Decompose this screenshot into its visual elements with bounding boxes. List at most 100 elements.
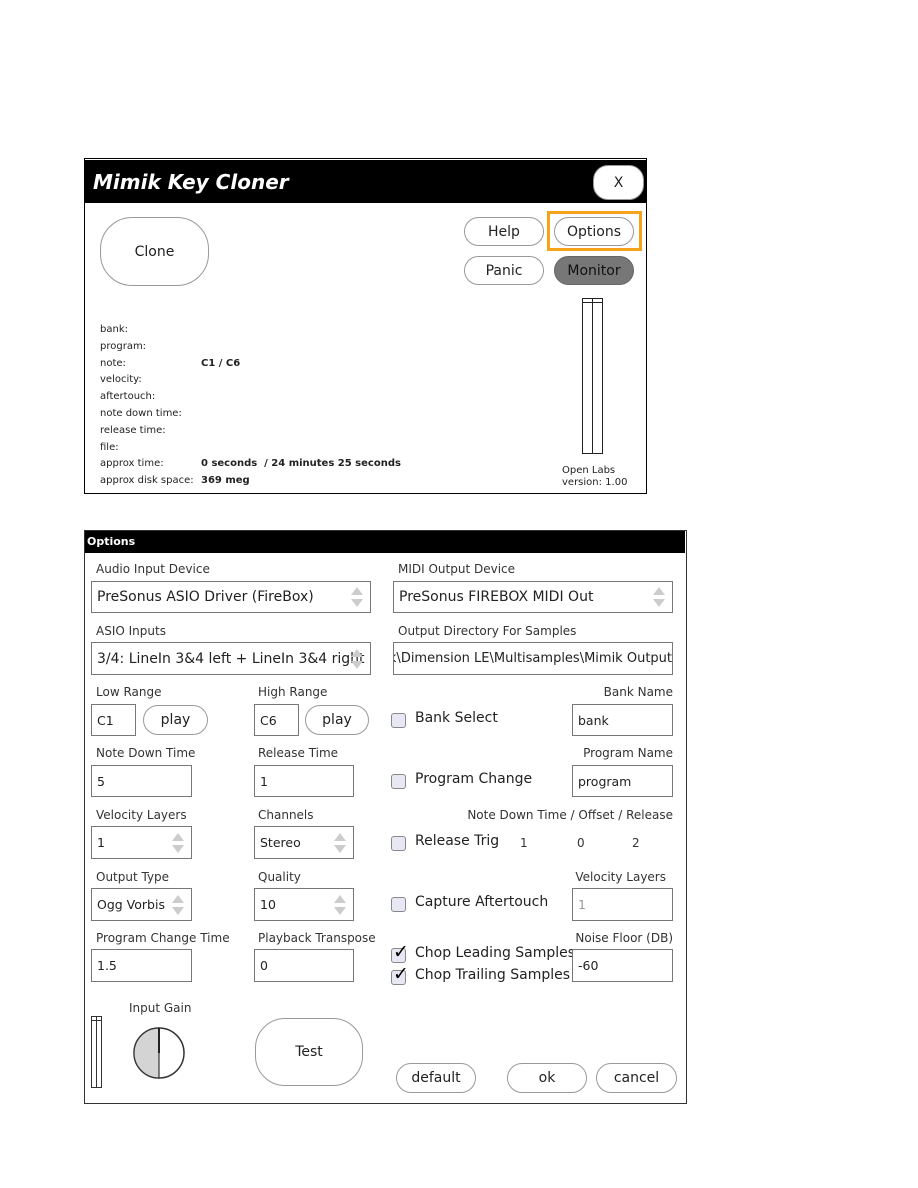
checkmark-icon: ✓ <box>393 963 409 985</box>
channels-select[interactable]: Stereo <box>254 826 354 859</box>
info-label: note: <box>100 357 126 369</box>
quality-select[interactable]: 10 <box>254 888 354 921</box>
asio-inputs-select[interactable]: 3/4: LineIn 3&4 left + LineIn 3&4 right <box>91 642 371 675</box>
spinner-arrows-icon[interactable] <box>333 894 347 916</box>
program-change-label: Program Change <box>415 771 533 787</box>
title-bar: Mimik Key Cloner <box>85 160 646 203</box>
high-range-input-value: C6 <box>260 712 277 728</box>
asio-inputs-select-value: 3/4: LineIn 3&4 left + LineIn 3&4 right <box>97 650 365 667</box>
panic-button[interactable]: Panic <box>464 256 544 285</box>
program-change-time-label: Program Change Time <box>96 931 230 945</box>
release-time-label: Release Time <box>258 746 339 760</box>
info-label: note down time: <box>100 408 182 419</box>
audio-input-device-label: Audio Input Device <box>96 562 210 576</box>
options-button[interactable]: Options <box>554 217 634 246</box>
input-gain-knob[interactable] <box>132 1026 186 1080</box>
input-gain-fill <box>133 1027 160 1079</box>
output-directory-input[interactable]: alk\Dimension LE\Multisamples\Mimik Outp… <box>393 642 673 675</box>
note-down-time-input-value: 5 <box>97 773 105 789</box>
chop-leading-label: Chop Leading Samples <box>415 945 576 961</box>
aftertouch-velocity-layers-input[interactable]: 1 <box>572 888 673 921</box>
help-button[interactable]: Help <box>464 217 544 246</box>
info-label: approx time: <box>100 458 164 470</box>
release-trig-offset: 0 <box>577 836 585 850</box>
channels-label: Channels <box>258 808 314 822</box>
spinner-arrows-icon[interactable] <box>350 586 364 608</box>
velocity-layers-label: Velocity Layers <box>96 808 187 822</box>
release-time-input[interactable]: 1 <box>254 765 354 797</box>
level-meter <box>582 298 603 454</box>
info-label: velocity: <box>100 374 142 386</box>
info-label: aftertouch: <box>100 391 156 403</box>
spinner-arrows-icon[interactable] <box>171 832 185 854</box>
aftertouch-velocity-layers-label: Velocity Layers <box>575 870 666 884</box>
input-gain-label: Input Gain <box>129 1001 192 1015</box>
spinner-arrows-icon[interactable] <box>171 894 185 916</box>
checkmark-icon: ✓ <box>393 941 409 963</box>
chop-trailing-label: Chop Trailing Samples <box>415 967 571 983</box>
low-range-label: Low Range <box>96 685 162 699</box>
program-name-label: Program Name <box>583 746 673 760</box>
info-value: 369 meg <box>201 475 250 487</box>
spinner-arrows-icon[interactable] <box>652 586 666 608</box>
program-change-checkbox[interactable] <box>391 774 406 789</box>
quality-select-value: 10 <box>260 897 276 912</box>
release-trig-note-down: 1 <box>520 836 528 850</box>
clone-button[interactable]: Clone <box>100 217 209 286</box>
audio-input-device-select[interactable]: PreSonus ASIO Driver (FireBox) <box>91 581 371 613</box>
options-title-bar: Options <box>85 531 685 553</box>
company-label: Open Labs <box>562 465 616 476</box>
capture-aftertouch-checkbox[interactable] <box>391 897 406 912</box>
bank-name-input[interactable]: bank <box>572 704 673 736</box>
cancel-button[interactable]: cancel <box>596 1063 677 1093</box>
monitor-button[interactable]: Monitor <box>554 256 634 285</box>
program-change-time-input[interactable]: 1.5 <box>91 949 192 982</box>
channels-select-value: Stereo <box>260 835 301 850</box>
default-button[interactable]: default <box>396 1063 476 1093</box>
release-time-input-value: 1 <box>260 773 268 789</box>
quality-label: Quality <box>258 870 301 884</box>
high-range-play-button[interactable]: play <box>305 705 369 735</box>
asio-inputs-label: ASIO Inputs <box>96 624 166 638</box>
bank-select-checkbox[interactable] <box>391 713 406 728</box>
noise-floor-input[interactable]: -60 <box>572 949 673 982</box>
high-range-label: High Range <box>258 685 328 699</box>
low-range-play-button[interactable]: play <box>143 705 208 735</box>
playback-transpose-input[interactable]: 0 <box>254 949 354 982</box>
info-label: approx disk space: <box>100 475 194 487</box>
program-name-input[interactable]: program <box>572 765 673 797</box>
output-directory-input-value: alk\Dimension LE\Multisamples\Mimik Outp… <box>393 651 672 666</box>
options-title: Options <box>87 535 136 548</box>
version-label: version: 1.00 <box>562 477 628 488</box>
capture-aftertouch-label: Capture Aftertouch <box>415 894 549 910</box>
info-label: program: <box>100 340 147 352</box>
aftertouch-velocity-layers-input-value: 1 <box>578 897 586 912</box>
release-trig-header: Note Down Time / Offset / Release <box>467 808 673 822</box>
spinner-arrows-icon[interactable] <box>350 648 364 670</box>
app-title: Mimik Key Cloner <box>93 170 289 194</box>
test-button[interactable]: Test <box>255 1018 363 1086</box>
close-button[interactable]: X <box>593 165 644 200</box>
low-range-input-value: C1 <box>97 712 114 728</box>
chop-leading-checkbox[interactable]: ✓ <box>391 941 409 963</box>
velocity-layers-select-value: 1 <box>97 835 105 850</box>
midi-output-device-select[interactable]: PreSonus FIREBOX MIDI Out <box>393 581 673 613</box>
release-trig-checkbox[interactable] <box>391 836 406 851</box>
info-value: C1 / C6 <box>201 357 241 369</box>
ok-button[interactable]: ok <box>507 1063 587 1093</box>
velocity-layers-select[interactable]: 1 <box>91 826 192 859</box>
playback-transpose-input-value: 0 <box>260 958 268 973</box>
program-change-time-input-value: 1.5 <box>97 958 117 973</box>
input-level-meter <box>91 1016 102 1088</box>
midi-output-device-select-value: PreSonus FIREBOX MIDI Out <box>399 589 594 605</box>
high-range-input[interactable]: C6 <box>254 704 299 736</box>
spinner-arrows-icon[interactable] <box>333 832 347 854</box>
bank-name-input-value: bank <box>578 712 609 728</box>
noise-floor-input-value: -60 <box>578 958 599 973</box>
chop-trailing-checkbox[interactable]: ✓ <box>391 963 409 985</box>
audio-input-device-select-value: PreSonus ASIO Driver (FireBox) <box>97 589 314 605</box>
output-type-select[interactable]: Ogg Vorbis <box>91 888 192 921</box>
info-label: bank: <box>100 324 128 335</box>
low-range-input[interactable]: C1 <box>91 704 136 736</box>
note-down-time-input[interactable]: 5 <box>91 765 192 797</box>
